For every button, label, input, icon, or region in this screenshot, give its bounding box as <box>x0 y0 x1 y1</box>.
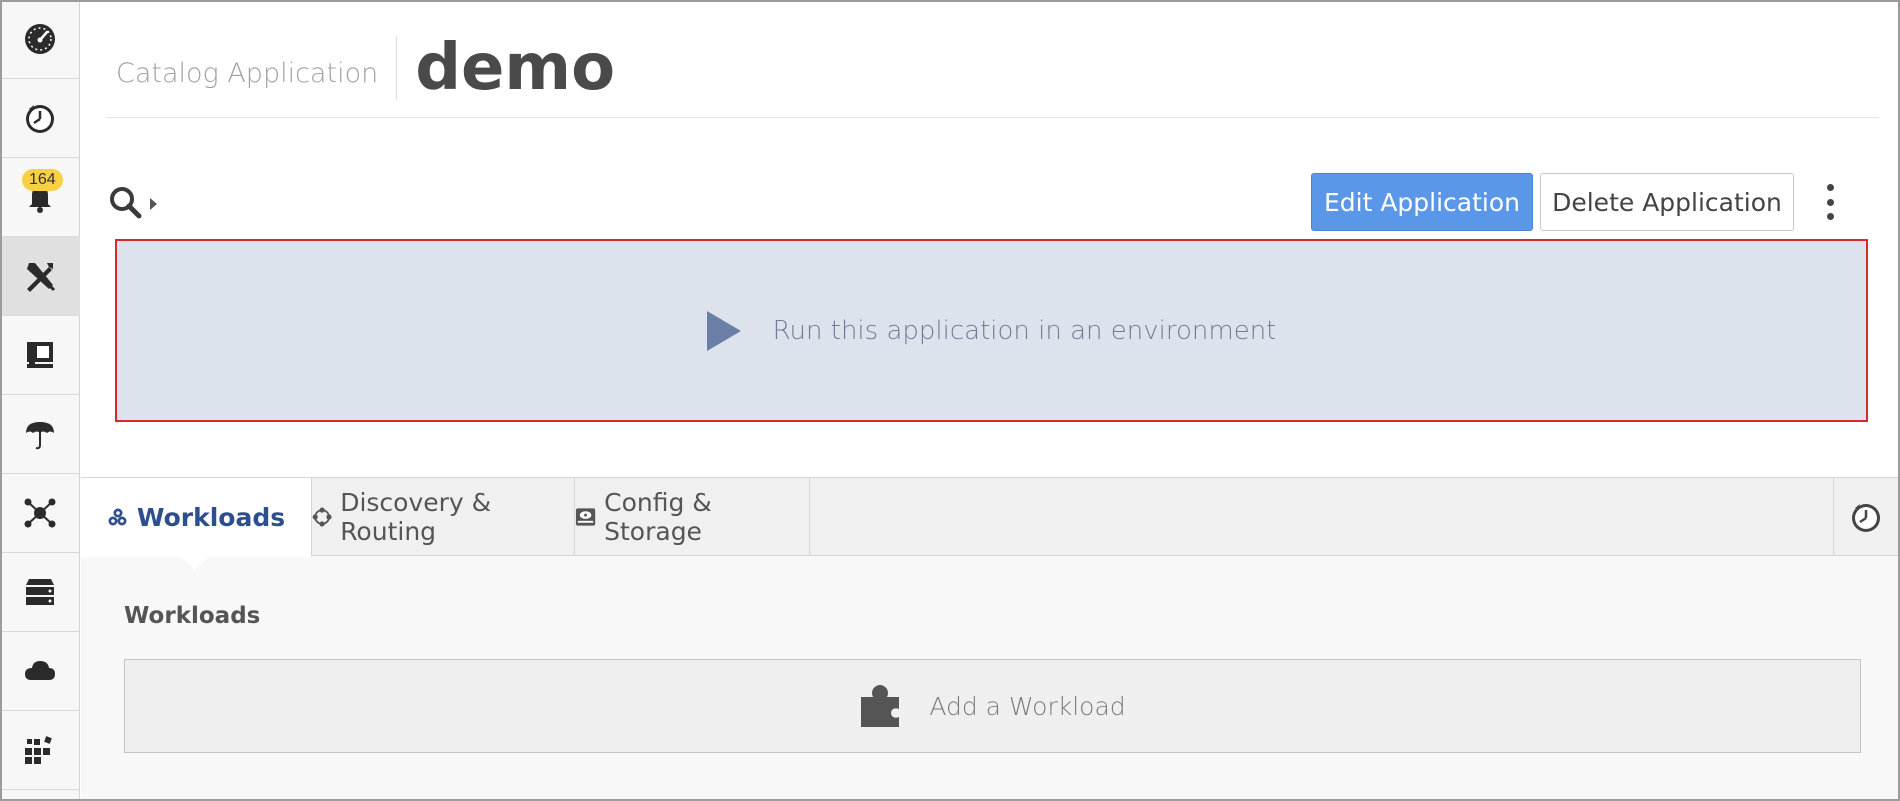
umbrella-icon <box>26 422 54 450</box>
clock-icon <box>26 105 54 133</box>
edit-application-button[interactable]: Edit Application <box>1311 173 1533 231</box>
alert-count-badge: 164 <box>22 169 63 191</box>
page-header: Catalog Application demo <box>106 30 1879 118</box>
sidebar-item-apps[interactable] <box>0 237 80 316</box>
workloads-section-title: Workloads <box>124 603 261 629</box>
sidebar-item-dashboard[interactable] <box>0 0 80 79</box>
tools-icon <box>27 263 56 292</box>
circle-nodes-icon <box>312 507 332 527</box>
kebab-dot <box>1826 198 1834 206</box>
monitor-icon <box>27 342 53 368</box>
add-workload-label: Add a Workload <box>929 691 1126 721</box>
breadcrumb[interactable]: Catalog Application <box>106 58 396 89</box>
sidebar-item-workspaces[interactable] <box>0 316 80 395</box>
sidebar-item-storage[interactable] <box>0 553 80 632</box>
caret-right-icon <box>150 198 157 210</box>
kebab-menu-icon[interactable] <box>1820 184 1840 220</box>
add-workload-button[interactable]: Add a Workload <box>124 659 1861 753</box>
history-clock-icon <box>1852 504 1880 532</box>
tabs-section: Workloads Discovery & Routing Config & S… <box>81 477 1898 799</box>
blocks-icon <box>25 736 52 764</box>
sidebar: 164 <box>0 0 80 801</box>
sidebar-item-umbrella[interactable] <box>0 395 80 474</box>
tab-bar: Workloads Discovery & Routing Config & S… <box>81 478 1898 570</box>
cubes-icon <box>108 508 127 526</box>
sidebar-item-network[interactable] <box>0 474 80 553</box>
tab-config-storage[interactable]: Config & Storage <box>575 478 810 556</box>
play-icon <box>706 310 741 351</box>
tab-label: Discovery & Routing <box>340 488 492 546</box>
sidebar-item-cloud[interactable] <box>0 632 80 711</box>
tab-label: Workloads <box>136 502 286 532</box>
speedometer-icon <box>25 24 55 54</box>
search-toggle[interactable] <box>108 185 157 219</box>
sidebar-item-recent[interactable] <box>0 79 80 158</box>
server-stack-icon <box>26 579 54 605</box>
cloud-icon <box>25 661 55 680</box>
kebab-dot <box>1826 213 1834 220</box>
network-icon <box>24 498 56 528</box>
sidebar-item-registry[interactable] <box>0 711 80 790</box>
page-title: demo <box>415 30 616 105</box>
hdd-icon <box>575 508 596 526</box>
kebab-dot <box>1826 184 1834 191</box>
sidebar-item-alerts[interactable]: 164 <box>0 158 80 237</box>
tab-discovery-routing[interactable]: Discovery & Routing <box>312 478 575 556</box>
search-icon <box>110 187 142 219</box>
puzzle-piece-icon <box>861 685 900 727</box>
run-application-banner[interactable]: Run this application in an environment <box>115 239 1868 422</box>
tab-label: Config & Storage <box>604 488 712 546</box>
run-application-label: Run this application in an environment <box>772 315 1277 346</box>
tab-workloads[interactable]: Workloads <box>81 478 312 570</box>
history-button[interactable] <box>1833 478 1898 556</box>
delete-application-button[interactable]: Delete Application <box>1540 173 1794 231</box>
